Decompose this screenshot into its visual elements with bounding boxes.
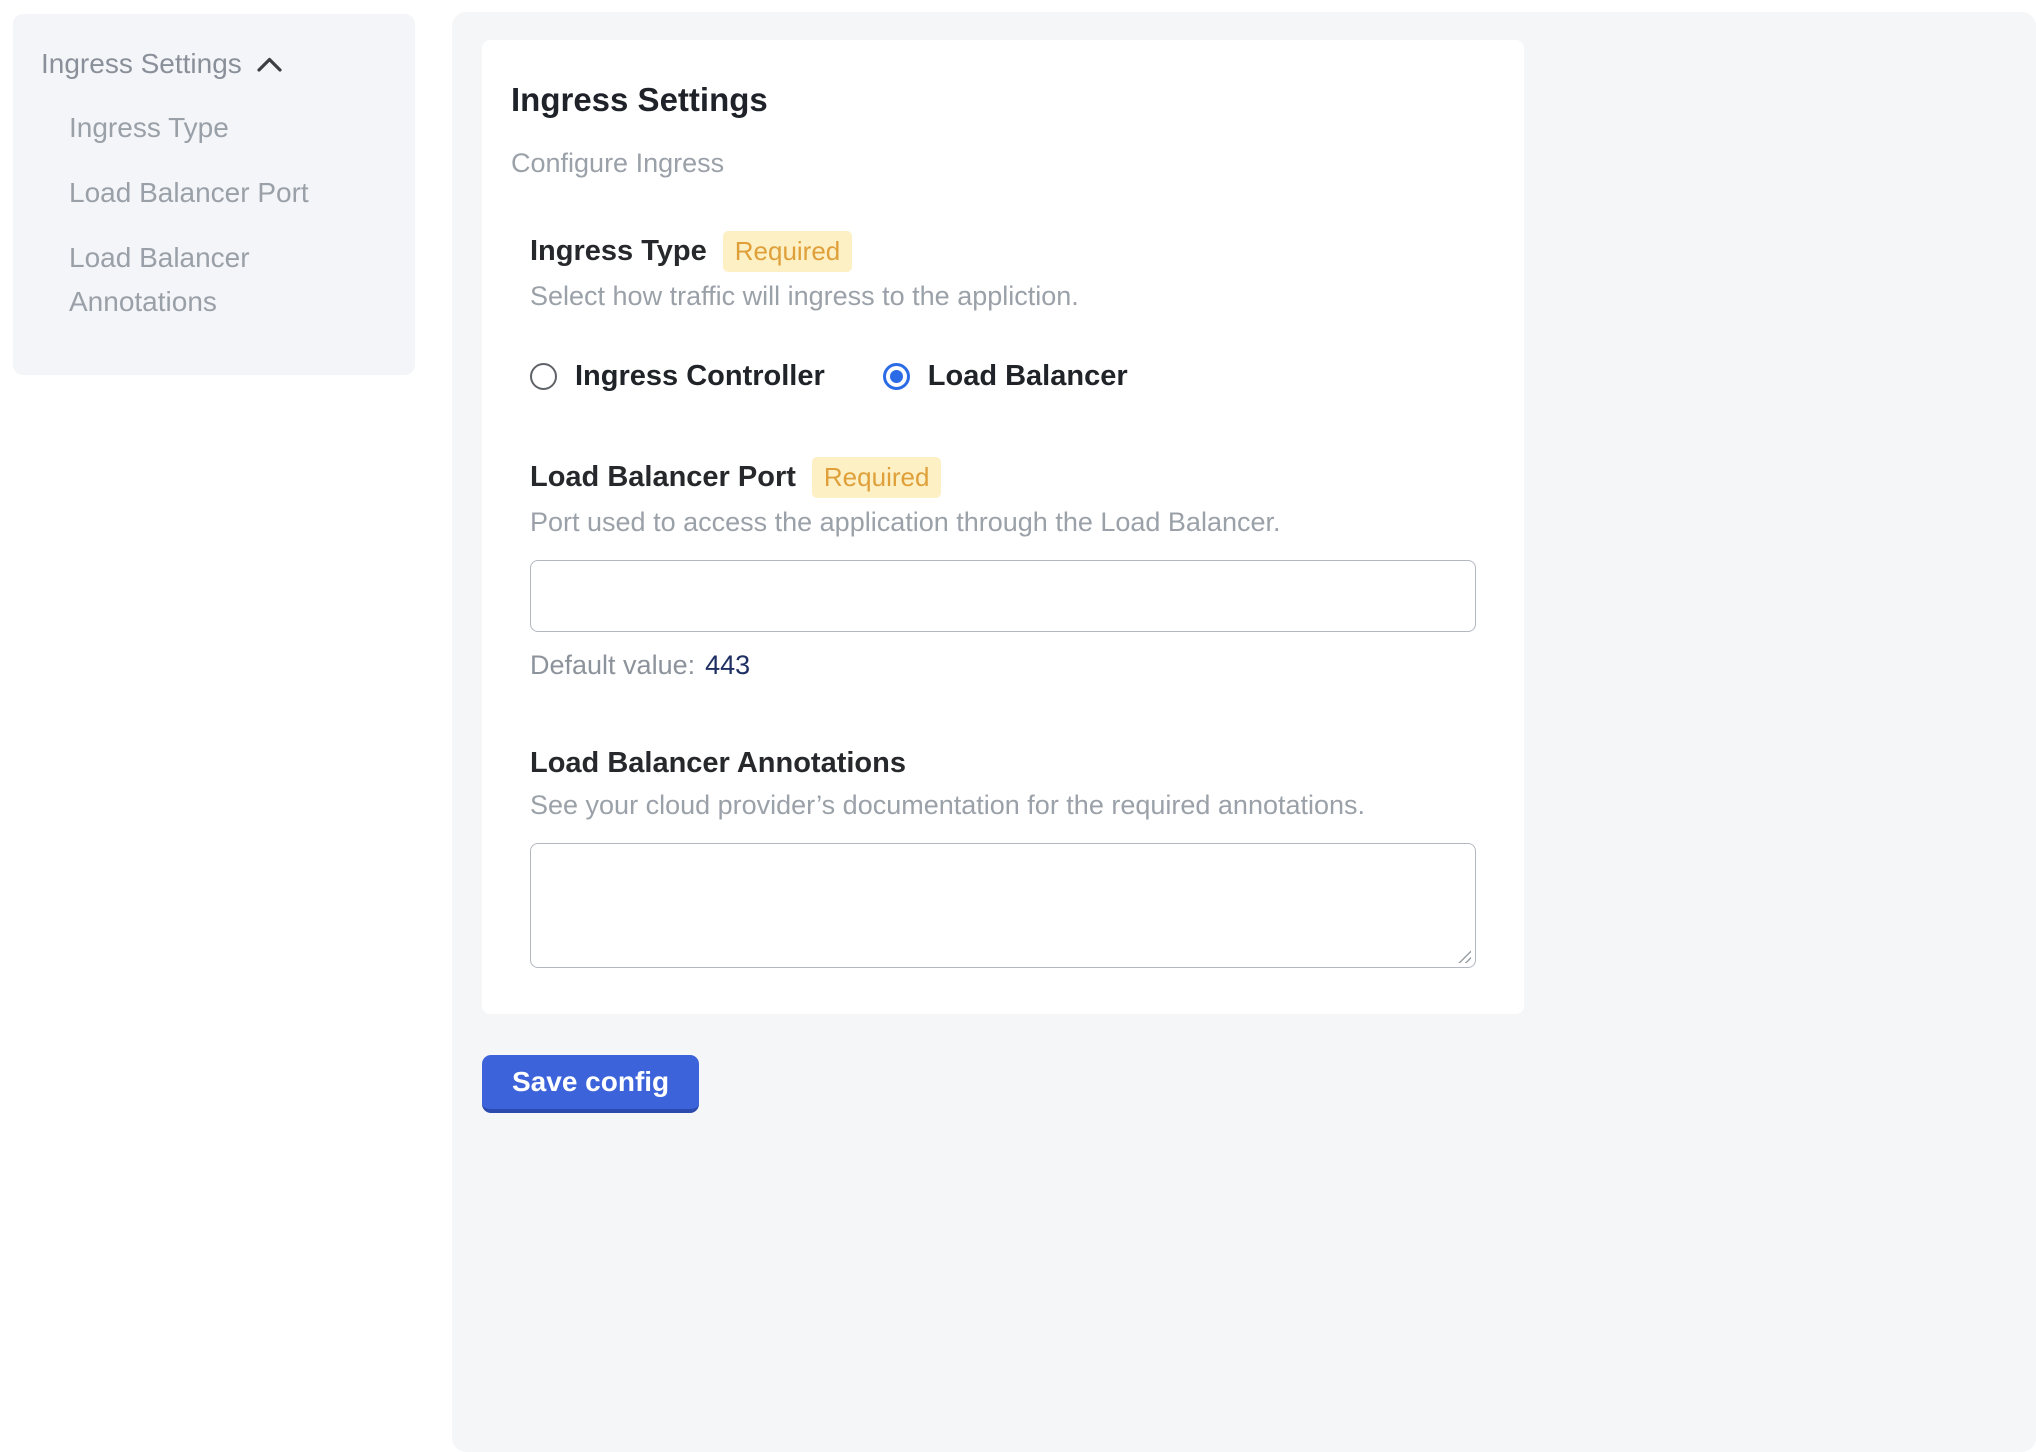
radio-label-load-balancer: Load Balancer — [928, 360, 1128, 393]
page-title: Ingress Settings — [511, 80, 1476, 120]
ingress-type-label: Ingress Type — [530, 233, 707, 269]
section-load-balancer-port: Load Balancer Port Required Port used to… — [530, 457, 1476, 681]
radio-icon[interactable] — [530, 363, 557, 390]
load-balancer-annotations-description: See your cloud provider’s documentation … — [530, 788, 1476, 823]
lb-annotations-label-row: Load Balancer Annotations — [530, 745, 1476, 781]
section-ingress-type: Ingress Type Required Select how traffic… — [530, 231, 1476, 393]
load-balancer-port-label: Load Balancer Port — [530, 459, 796, 495]
radio-option-ingress-controller[interactable]: Ingress Controller — [530, 360, 825, 393]
load-balancer-annotations-label: Load Balancer Annotations — [530, 745, 906, 781]
sidebar-nav: Ingress Settings Ingress Type Load Balan… — [13, 14, 415, 375]
chevron-up-icon[interactable] — [256, 56, 283, 73]
main-panel: Ingress Settings Configure Ingress Ingre… — [452, 12, 2036, 1452]
lb-port-label-row: Load Balancer Port Required — [530, 457, 1476, 498]
required-badge: Required — [723, 231, 853, 272]
default-value: 443 — [705, 650, 750, 680]
ingress-type-radio-group: Ingress Controller Load Balancer — [530, 360, 1476, 393]
default-value-line: Default value: 443 — [530, 650, 1476, 681]
load-balancer-annotations-textarea[interactable] — [530, 843, 1476, 968]
load-balancer-port-description: Port used to access the application thro… — [530, 505, 1476, 540]
save-config-button[interactable]: Save config — [482, 1055, 699, 1113]
load-balancer-port-input[interactable] — [530, 560, 1476, 632]
section-load-balancer-annotations: Load Balancer Annotations See your cloud… — [530, 745, 1476, 968]
default-value-label: Default value: — [530, 650, 695, 680]
sidebar-item-load-balancer-annotations[interactable]: Load Balancer Annotations — [69, 236, 387, 326]
sidebar-items: Ingress Type Load Balancer Port Load Bal… — [69, 106, 387, 325]
radio-label-ingress-controller: Ingress Controller — [575, 360, 825, 393]
ingress-settings-card: Ingress Settings Configure Ingress Ingre… — [482, 40, 1524, 1014]
sidebar-header-label: Ingress Settings — [41, 48, 242, 80]
annotations-textarea-wrap — [530, 843, 1476, 968]
required-badge: Required — [812, 457, 942, 498]
ingress-type-description: Select how traffic will ingress to the a… — [530, 279, 1476, 314]
radio-option-load-balancer[interactable]: Load Balancer — [883, 360, 1128, 393]
sidebar-item-load-balancer-port[interactable]: Load Balancer Port — [69, 171, 387, 216]
ingress-type-label-row: Ingress Type Required — [530, 231, 1476, 272]
page-subtitle: Configure Ingress — [511, 148, 1476, 179]
sidebar-section-ingress-settings[interactable]: Ingress Settings — [41, 48, 387, 80]
sidebar-item-ingress-type[interactable]: Ingress Type — [69, 106, 387, 151]
radio-icon[interactable] — [883, 363, 910, 390]
